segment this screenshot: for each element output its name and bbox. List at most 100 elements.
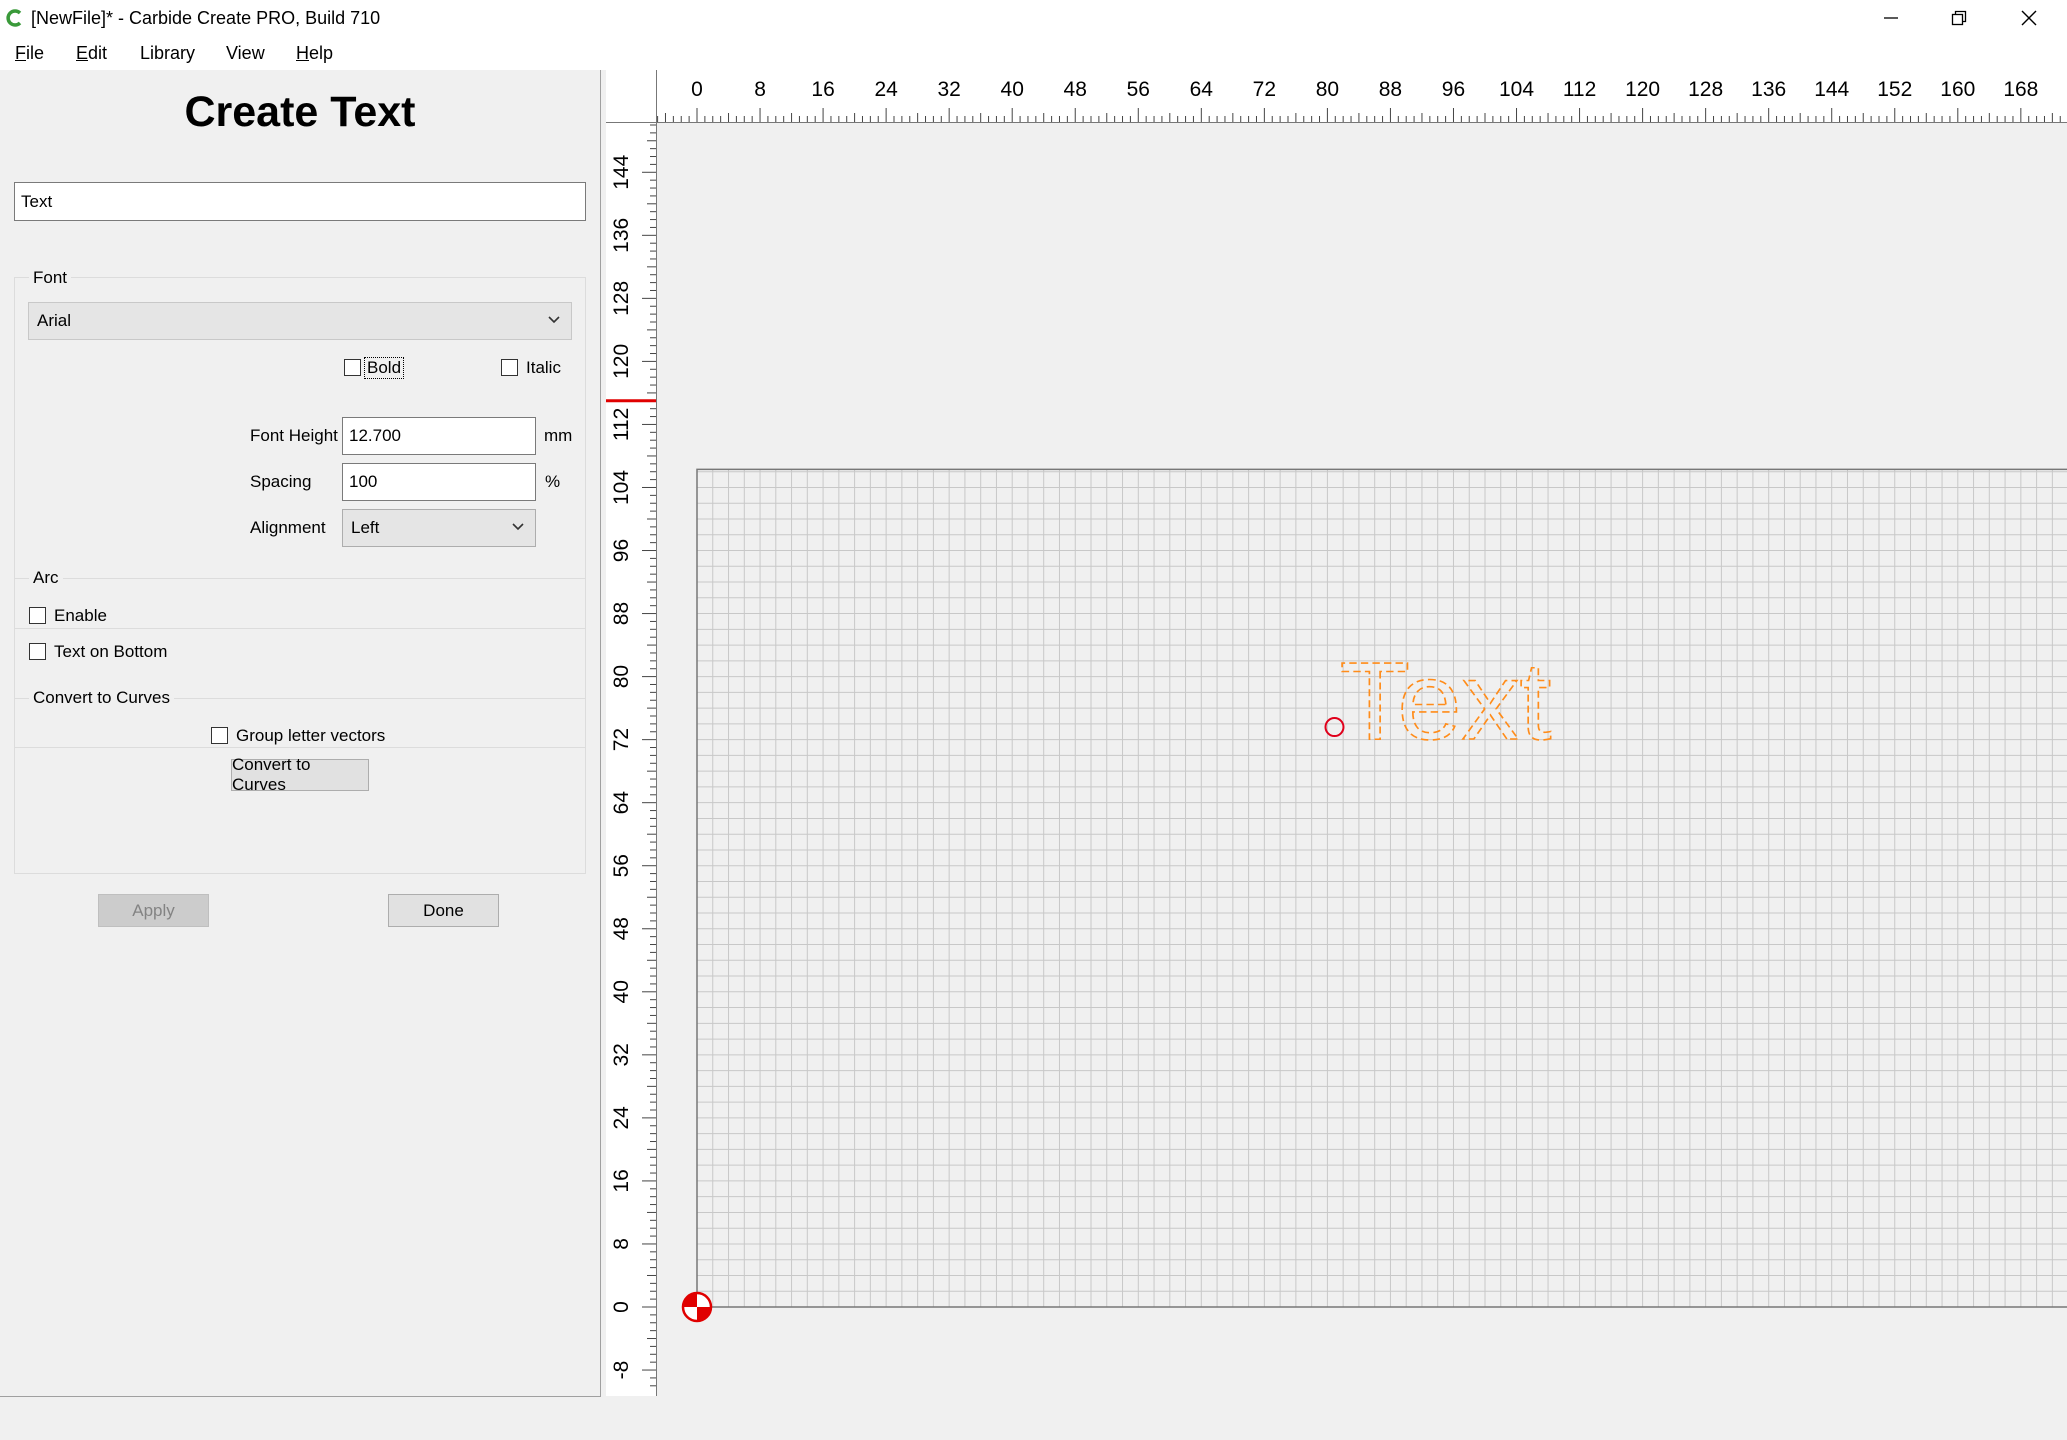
spacing-label: Spacing (250, 472, 312, 491)
design-surface[interactable]: Text (657, 123, 2067, 1396)
grid (696, 469, 2067, 1308)
ruler-label: 128 (610, 281, 633, 316)
ruler-label: 112 (1563, 78, 1596, 101)
ruler-label: 16 (811, 78, 834, 101)
ruler-label: 48 (1064, 78, 1087, 101)
ruler-label: 168 (2003, 78, 2038, 101)
ruler-label: 64 (1190, 78, 1214, 101)
ruler-label: 104 (610, 470, 633, 505)
ruler-label: 0 (610, 1301, 633, 1313)
ruler-label: 96 (610, 539, 633, 562)
spacing-unit: % (545, 472, 561, 491)
ruler-label: 88 (610, 602, 633, 625)
ruler-label: 160 (1940, 78, 1975, 101)
ruler-label: 8 (754, 78, 766, 101)
font-height-label: Font Height (250, 426, 338, 445)
convert-to-curves-button[interactable]: Convert to Curves (231, 755, 369, 794)
ruler-label: 80 (610, 665, 633, 688)
ruler-label: 24 (874, 78, 898, 101)
text-input[interactable]: Text (14, 182, 586, 221)
menu-edit[interactable]: Edit (76, 40, 107, 66)
ruler-label: 96 (1442, 78, 1465, 101)
ruler-label: 16 (610, 1169, 633, 1192)
ruler-label: 120 (610, 344, 633, 379)
enable-label[interactable]: Enable (54, 605, 107, 627)
horizontal-ruler-scale: 0 8 16 24 32 40 48 56 64 72 80 88 96 104 112 120 128 136 1… (657, 78, 2061, 122)
ruler-label: 72 (1253, 78, 1276, 101)
font-select-value: Arial (37, 311, 72, 330)
menu-view-label: View (226, 43, 265, 63)
menu-bar: File Edit Library View Help (0, 36, 2067, 70)
menu-file-label: ile (26, 43, 45, 63)
menu-help[interactable]: Help (296, 40, 333, 66)
done-button[interactable]: Done (388, 894, 499, 927)
arc-group-title: Arc (29, 567, 63, 589)
minimize-icon (1884, 17, 1898, 19)
close-icon (2021, 10, 2037, 26)
ruler-label: 144 (610, 154, 633, 189)
ruler-label: 80 (1316, 78, 1339, 101)
ruler-label: 32 (937, 78, 960, 101)
menu-library-label: Library (140, 43, 196, 63)
menu-view[interactable]: View (226, 40, 265, 66)
ruler-label: 56 (1127, 78, 1150, 101)
ruler-label: 128 (1688, 78, 1723, 101)
font-group-title: Font (29, 267, 72, 289)
menu-help-label: elp (309, 43, 334, 63)
menu-library[interactable]: Library (140, 40, 195, 66)
restore-icon (1951, 10, 1967, 26)
restore-button[interactable] (1928, 0, 1990, 36)
ruler-label: 88 (1379, 78, 1402, 101)
origin-icon (681, 1291, 713, 1323)
font-select[interactable]: Arial (28, 302, 572, 340)
ruler-corner (606, 70, 657, 123)
convert-curves-group-title: Convert to Curves (29, 687, 174, 709)
group-letter-vectors-label[interactable]: Group letter vectors (236, 725, 385, 747)
close-button[interactable] (1998, 0, 2060, 36)
ruler-label: 8 (610, 1238, 633, 1250)
create-text-panel: Create Text Text Font Arial Bold Italic … (0, 70, 601, 1397)
design-canvas[interactable]: Text (657, 123, 2067, 1396)
bold-checkbox[interactable] (344, 359, 361, 376)
text-on-bottom-checkbox[interactable] (29, 643, 46, 660)
ruler-label: 40 (610, 980, 633, 1003)
italic-checkbox[interactable] (501, 359, 518, 376)
spacing-input[interactable]: 100 (342, 463, 536, 501)
italic-label[interactable]: Italic (526, 357, 561, 379)
ruler-label: 64 (610, 791, 633, 815)
apply-button[interactable]: Apply (98, 894, 209, 927)
chevron-down-icon (548, 316, 560, 324)
title-bar: [NewFile]* - Carbide Create PRO, Build 7… (0, 0, 2067, 36)
group-letter-vectors-checkbox[interactable] (211, 727, 228, 744)
font-height-input[interactable]: 12.700 (342, 417, 536, 455)
window-title: [NewFile]* - Carbide Create PRO, Build 7… (31, 8, 381, 28)
menu-edit-label: dit (88, 43, 108, 63)
vertical-ruler-scale: 1441361281201121049688807264564840322416… (606, 124, 656, 1387)
origin-quadrant (683, 1293, 697, 1307)
menu-file[interactable]: File (15, 40, 44, 66)
enable-checkbox[interactable] (29, 607, 46, 624)
vertical-ruler: 144 136 128 120 112 104 96 88 80 72 64 56 48 40 32 24 16… (606, 122, 657, 1396)
ruler-label: 32 (610, 1043, 633, 1066)
alignment-select-value: Left (351, 518, 380, 537)
panel-title: Create Text (184, 88, 416, 136)
chevron-down-icon (512, 523, 524, 531)
bold-label[interactable]: Bold (364, 357, 405, 379)
menu-edit-mnemonic: E (76, 43, 89, 63)
ruler-label: 56 (610, 854, 633, 877)
minimize-button[interactable] (1860, 0, 1922, 36)
ruler-label: 72 (610, 728, 633, 751)
ruler-label: 24 (610, 1106, 633, 1130)
text-object[interactable]: Text (1339, 639, 1553, 764)
ruler-label: 48 (610, 917, 633, 940)
ruler-label: 152 (1877, 78, 1912, 101)
ruler-label: -8 (610, 1361, 633, 1380)
ruler-label: 104 (1499, 78, 1534, 101)
ruler-label: 40 (1001, 78, 1024, 101)
ruler-label: 136 (610, 218, 633, 253)
origin-quadrant (697, 1307, 711, 1321)
horizontal-ruler: 0 8 16 24 32 40 48 56 64 72 80 88 96 104 112 120 128 136 1… (606, 70, 2067, 123)
text-on-bottom-label[interactable]: Text on Bottom (54, 641, 167, 663)
alignment-select[interactable]: Left (342, 509, 536, 547)
ruler-label: 136 (1751, 78, 1786, 101)
